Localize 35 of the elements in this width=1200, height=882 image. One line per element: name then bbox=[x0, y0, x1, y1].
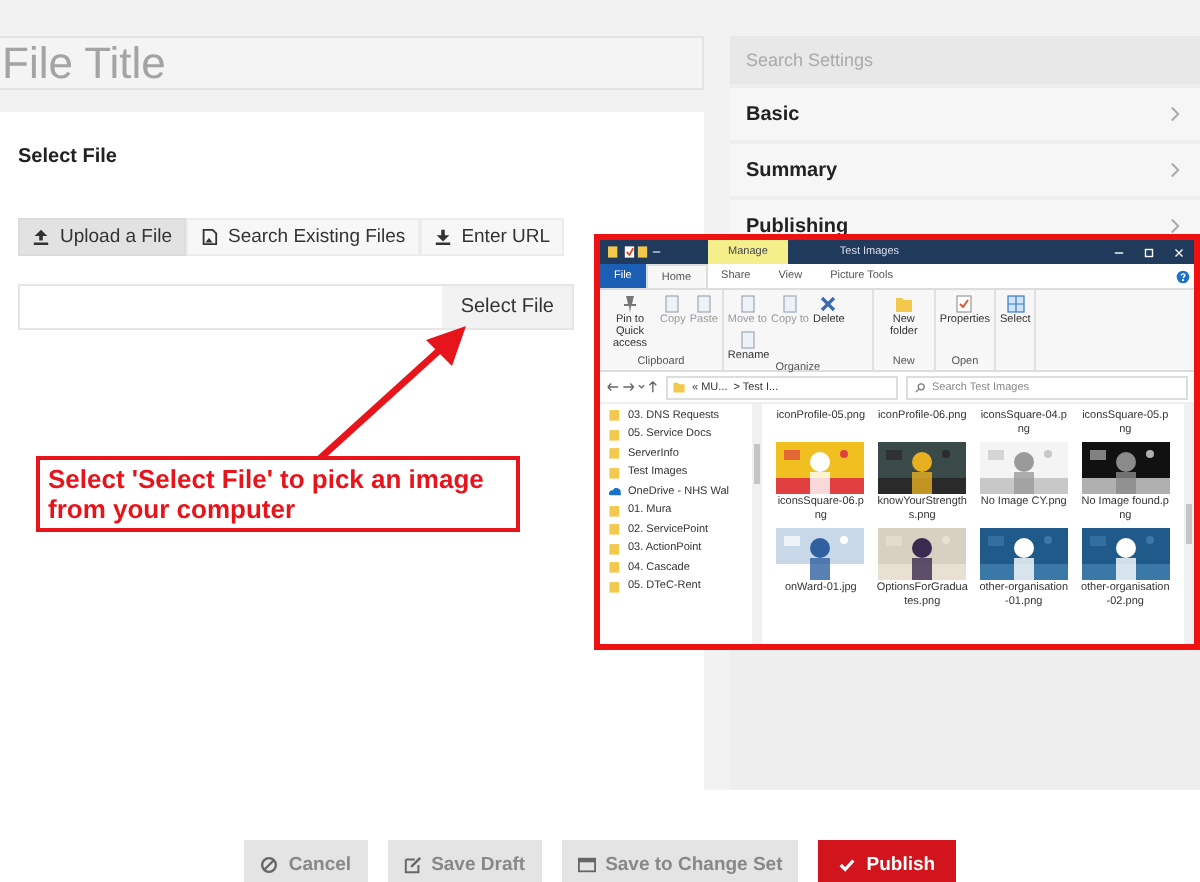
navigation-arrows-icon[interactable] bbox=[606, 380, 658, 394]
window-icon bbox=[577, 855, 596, 873]
callout-text: Select 'Select File' to pick an image from your computer bbox=[36, 456, 520, 532]
maximize-icon[interactable] bbox=[1142, 245, 1156, 259]
section-title: Select File bbox=[18, 146, 119, 168]
check-icon bbox=[838, 855, 857, 873]
delete-icon bbox=[818, 294, 839, 314]
download-icon bbox=[433, 228, 452, 246]
quick-access-icons[interactable] bbox=[608, 244, 664, 260]
folder-icon bbox=[672, 380, 686, 394]
cancel-icon bbox=[260, 855, 279, 873]
title-field[interactable]: File Title bbox=[0, 36, 704, 90]
settings-section[interactable]: Summary bbox=[730, 144, 1200, 196]
settings-section[interactable]: Basic bbox=[730, 88, 1200, 140]
pin-icon bbox=[620, 294, 640, 314]
scrollbar[interactable] bbox=[1184, 404, 1194, 644]
image-icon bbox=[199, 228, 218, 246]
settings-header: Search Settings bbox=[730, 36, 1200, 84]
upload-icon bbox=[32, 228, 50, 246]
tab[interactable]: Enter URL bbox=[419, 218, 565, 256]
close-icon[interactable] bbox=[1172, 245, 1186, 259]
chevron-icon bbox=[1170, 218, 1180, 234]
help-icon[interactable] bbox=[1176, 269, 1190, 283]
edit-icon bbox=[403, 855, 422, 873]
cloud-icon bbox=[608, 484, 622, 498]
tab[interactable]: Search Existing Files bbox=[185, 218, 420, 256]
chevron-icon bbox=[1170, 162, 1180, 178]
chevron-icon bbox=[1170, 106, 1180, 122]
folder-icon bbox=[893, 294, 914, 314]
document-icon bbox=[738, 330, 759, 350]
scrollbar[interactable] bbox=[752, 404, 762, 644]
search-icon bbox=[914, 381, 926, 393]
select-icon bbox=[1005, 294, 1026, 314]
publish-button[interactable]: Publish bbox=[818, 840, 956, 882]
tab[interactable]: Upload a File bbox=[18, 218, 186, 256]
